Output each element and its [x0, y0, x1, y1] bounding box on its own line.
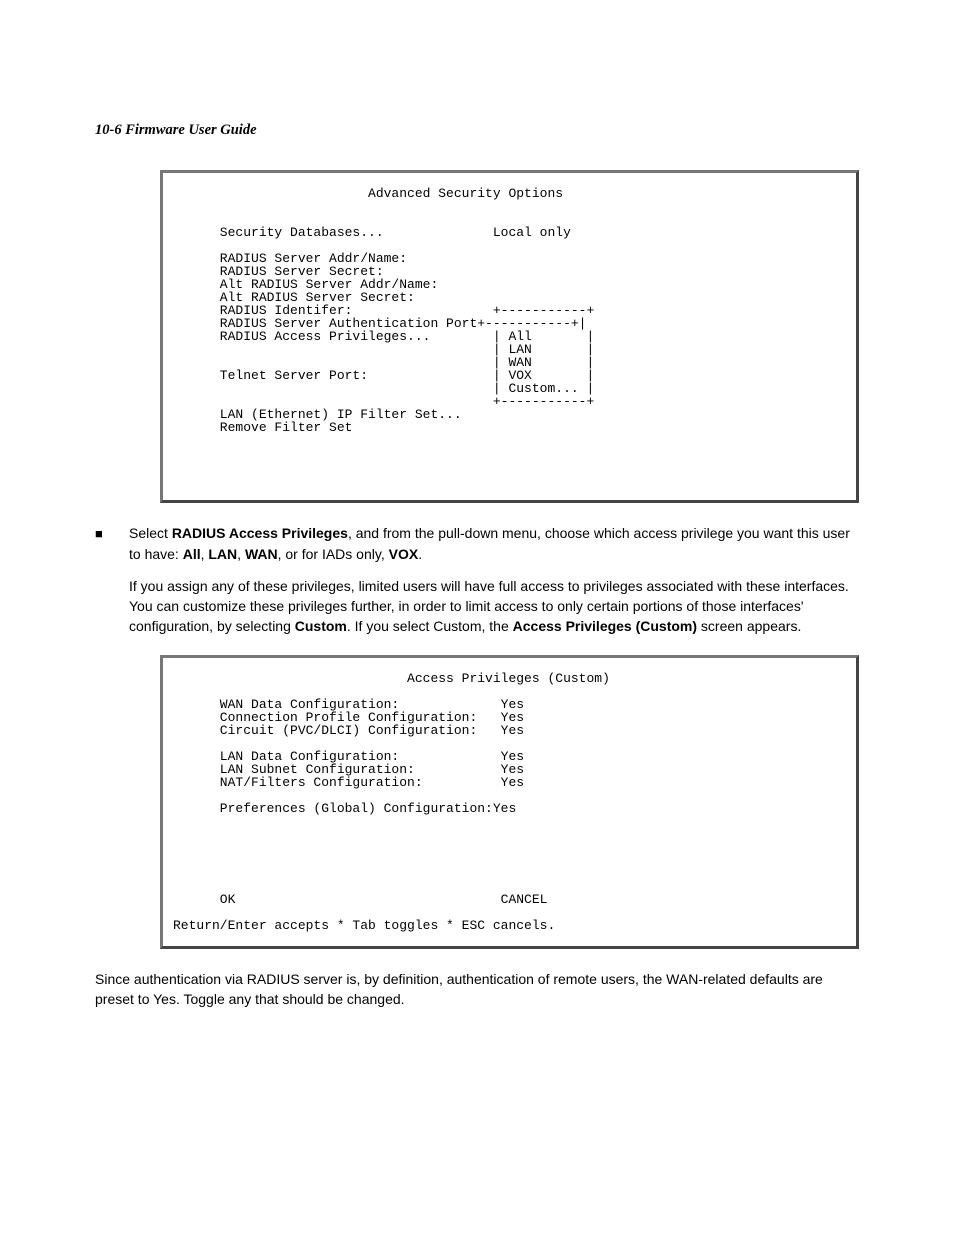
option-lan: LAN	[208, 546, 237, 562]
bullet-mark-icon: ■	[95, 523, 129, 543]
text-fragment: screen appears.	[697, 618, 801, 634]
terminal-access-privileges-custom: Access Privileges (Custom) WAN Data Conf…	[160, 655, 859, 949]
option-wan: WAN	[245, 546, 278, 562]
option-all: All	[183, 546, 201, 562]
access-privileges-custom-label: Access Privileges (Custom)	[513, 618, 697, 634]
text-fragment: , or for IADs only,	[278, 546, 389, 562]
option-vox: VOX	[389, 546, 419, 562]
text-fragment: .	[418, 546, 422, 562]
paragraph-customize: If you assign any of these privileges, l…	[129, 576, 859, 637]
option-custom: Custom	[295, 618, 347, 634]
paragraph-radius-note: Since authentication via RADIUS server i…	[95, 969, 859, 1010]
text-fragment: . If you select Custom, the	[347, 618, 513, 634]
bullet-text: Select RADIUS Access Privileges, and fro…	[129, 523, 859, 564]
radius-access-privileges-label: RADIUS Access Privileges	[172, 525, 348, 541]
terminal-advanced-security-options: Advanced Security Options Security Datab…	[160, 170, 859, 503]
text-fragment: ,	[237, 546, 245, 562]
page-header: 10-6 Firmware User Guide	[95, 120, 859, 140]
text-fragment: Select	[129, 525, 172, 541]
bullet-item: ■ Select RADIUS Access Privileges, and f…	[95, 523, 859, 564]
